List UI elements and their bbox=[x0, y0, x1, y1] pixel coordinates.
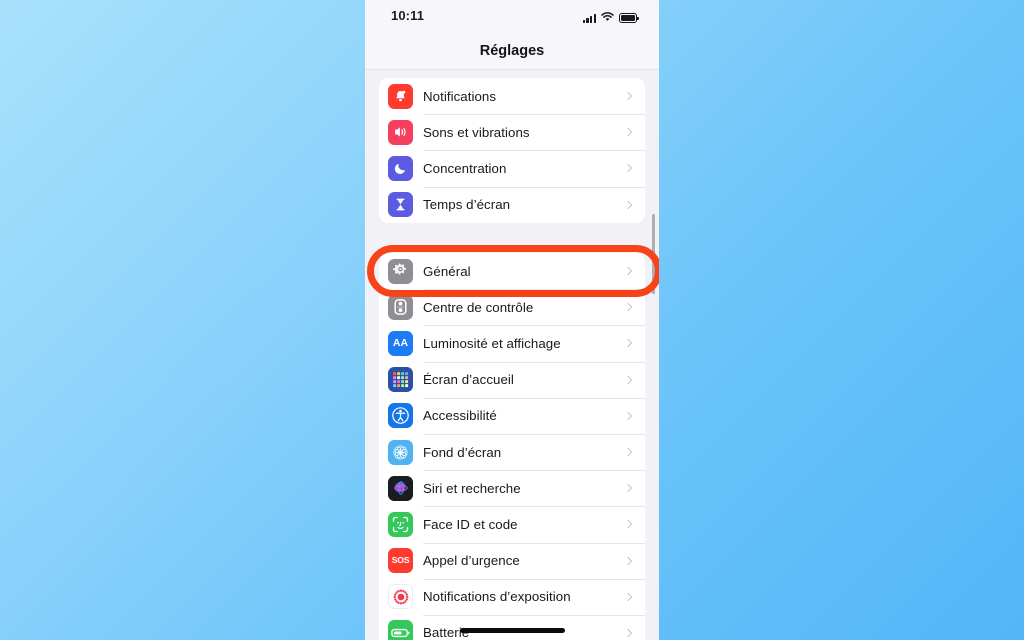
status-bar-time: 10:11 bbox=[391, 8, 425, 23]
sliders-icon bbox=[388, 294, 413, 320]
sos-icon: SOS bbox=[388, 548, 413, 574]
wallpaper-flower-icon bbox=[388, 439, 413, 465]
chevron-right-icon bbox=[623, 411, 633, 421]
settings-row-label: Écran d’accueil bbox=[423, 372, 514, 388]
settings-row[interactable]: Écran d’accueil bbox=[379, 361, 645, 398]
app-grid-icon bbox=[388, 367, 413, 393]
cellular-signal-icon bbox=[582, 13, 596, 23]
vertical-scrollbar[interactable] bbox=[652, 214, 655, 294]
chevron-right-icon bbox=[623, 91, 633, 101]
status-bar-icons bbox=[582, 9, 639, 27]
settings-row[interactable]: Siri et recherche bbox=[379, 470, 645, 506]
siri-orb-icon bbox=[388, 475, 413, 501]
settings-group-2: Général Centre de contrôle AA Luminosité et… bbox=[379, 253, 645, 640]
phone-screen: 10:11 Réglages Notifications Sons et vibr… bbox=[365, 0, 659, 640]
speaker-wave-icon bbox=[388, 119, 413, 145]
battery-full-icon bbox=[619, 13, 639, 23]
settings-row-label: Luminosité et affichage bbox=[423, 335, 561, 351]
settings-row-label: Concentration bbox=[423, 160, 507, 176]
settings-row[interactable]: AA Luminosité et affichage bbox=[379, 325, 645, 361]
settings-row[interactable]: Face ID et code bbox=[379, 506, 645, 542]
hourglass-icon bbox=[388, 192, 413, 218]
chevron-right-icon bbox=[623, 592, 633, 602]
chevron-right-icon bbox=[623, 266, 633, 276]
settings-row[interactable]: Général bbox=[379, 253, 645, 289]
settings-row[interactable]: Fond d’écran bbox=[379, 433, 645, 470]
settings-row-label: Temps d’écran bbox=[423, 197, 511, 213]
face-id-icon bbox=[388, 511, 413, 537]
settings-row[interactable]: Temps d’écran bbox=[379, 186, 645, 223]
chevron-right-icon bbox=[623, 628, 633, 638]
battery-icon bbox=[388, 620, 413, 640]
settings-row[interactable]: Notifications d’exposition bbox=[379, 578, 645, 615]
page-title: Réglages bbox=[479, 43, 545, 59]
wifi-icon bbox=[601, 9, 614, 27]
moon-icon bbox=[388, 155, 413, 181]
chevron-right-icon bbox=[623, 556, 633, 565]
gear-icon bbox=[388, 258, 413, 284]
settings-row-label: Siri et recherche bbox=[423, 480, 521, 496]
settings-row[interactable]: Concentration bbox=[379, 150, 645, 186]
accessibility-icon bbox=[388, 403, 413, 429]
home-indicator-bar bbox=[460, 628, 565, 633]
nav-bar: Réglages bbox=[365, 34, 659, 70]
bell-icon bbox=[388, 83, 413, 109]
chevron-right-icon bbox=[623, 303, 633, 312]
settings-row[interactable]: SOS Appel d’urgence bbox=[379, 542, 645, 579]
settings-row-label: Centre de contrôle bbox=[423, 299, 534, 315]
settings-group-1: Notifications Sons et vibrations Concentra… bbox=[379, 78, 645, 223]
settings-row-label: Face ID et code bbox=[423, 516, 518, 532]
settings-row-label: Notifications bbox=[423, 88, 497, 104]
chevron-right-icon bbox=[623, 447, 633, 457]
settings-row[interactable]: Sons et vibrations bbox=[379, 114, 645, 150]
chevron-right-icon bbox=[623, 483, 633, 493]
chevron-right-icon bbox=[623, 128, 633, 137]
settings-row[interactable]: Centre de contrôle bbox=[379, 289, 645, 325]
status-bar: 10:11 bbox=[365, 0, 659, 34]
exposure-dot-icon bbox=[388, 584, 413, 610]
settings-row-label: Notifications d’exposition bbox=[423, 589, 571, 605]
chevron-right-icon bbox=[623, 164, 633, 173]
brightness-aa-icon: AA bbox=[388, 330, 413, 356]
chevron-right-icon bbox=[623, 375, 633, 384]
settings-row-label: Accessibilité bbox=[423, 408, 497, 424]
settings-row-label: Fond d’écran bbox=[423, 444, 502, 460]
settings-row-label: Sons et vibrations bbox=[423, 124, 530, 140]
chevron-right-icon bbox=[623, 339, 633, 348]
settings-row[interactable]: Notifications bbox=[379, 78, 645, 114]
settings-row[interactable]: Accessibilité bbox=[379, 397, 645, 434]
settings-row-label: Général bbox=[423, 263, 471, 279]
settings-scroll-area[interactable]: Notifications Sons et vibrations Concentra… bbox=[365, 71, 659, 640]
settings-row-label: Appel d’urgence bbox=[423, 553, 520, 569]
chevron-right-icon bbox=[623, 200, 633, 209]
chevron-right-icon bbox=[623, 520, 633, 529]
